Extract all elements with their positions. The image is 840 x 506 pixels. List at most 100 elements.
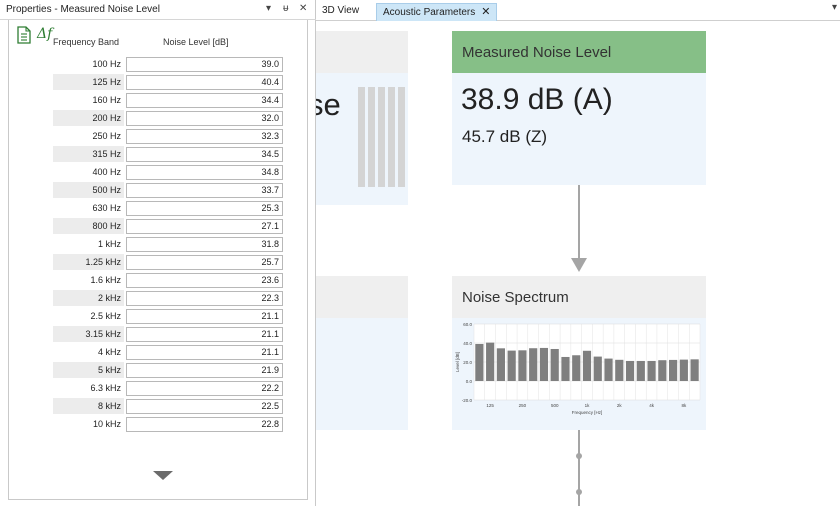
noise-level-field[interactable]: 25.7 bbox=[126, 255, 283, 270]
chart-bar bbox=[507, 350, 516, 381]
x-tick-label: 4k bbox=[649, 403, 655, 408]
noise-level-field[interactable]: 34.5 bbox=[126, 147, 283, 162]
noise-level-field[interactable]: 32.0 bbox=[126, 111, 283, 126]
noise-level-field[interactable]: 27.1 bbox=[126, 219, 283, 234]
measured-noise-level-header[interactable]: Measured Noise Level bbox=[452, 31, 706, 73]
frequency-band-label: 2.5 kHz bbox=[90, 311, 121, 321]
x-tick-label: 500 bbox=[551, 403, 559, 408]
frequency-band-label: 5 kHz bbox=[53, 362, 124, 378]
node-canvas: se Measured Noise Level 38.9 dB (A) 45.7… bbox=[316, 21, 840, 506]
chart-bar bbox=[561, 356, 570, 381]
x-tick-label: 1k bbox=[585, 403, 591, 408]
frequency-band-label: 1.25 kHz bbox=[53, 254, 124, 270]
tab-list-dropdown-icon[interactable]: ▾ bbox=[832, 2, 837, 13]
y-tick-label: 60.0 bbox=[463, 322, 472, 327]
noise-level-field[interactable]: 21.1 bbox=[126, 327, 283, 342]
property-row: 2 kHz 22.3 bbox=[53, 290, 283, 306]
noise-level-field[interactable]: 33.7 bbox=[126, 183, 283, 198]
chart-bar bbox=[669, 359, 678, 381]
delta-f-icon[interactable]: Δf bbox=[37, 26, 52, 42]
chart-bar bbox=[679, 359, 688, 381]
noise-level-field[interactable]: 34.8 bbox=[126, 165, 283, 180]
scroll-down-icon[interactable] bbox=[153, 471, 173, 480]
properties-grid-area: Δf Frequency Band Noise Level [dB] 100 H… bbox=[8, 20, 308, 500]
document-properties-icon[interactable] bbox=[16, 26, 32, 44]
noise-level-field[interactable]: 31.8 bbox=[126, 237, 283, 252]
noise-spectrum-body: 60.0 40.0 20.0 0.0 -20.0 125 250 500 1k 2k 4k 8k Fre… bbox=[452, 318, 706, 430]
property-row: 250 Hz 32.3 bbox=[53, 128, 283, 144]
a-weighted-level: 38.9 dB (A) bbox=[461, 83, 613, 116]
tab-label: Acoustic Parameters bbox=[383, 7, 476, 18]
noise-spectrum-chart: 60.0 40.0 20.0 0.0 -20.0 125 250 500 1k 2k 4k 8k Fre… bbox=[455, 322, 701, 415]
frequency-band-label: 100 Hz bbox=[92, 59, 121, 69]
frequency-band-label: 200 Hz bbox=[53, 110, 124, 126]
partial-node-body[interactable] bbox=[316, 318, 408, 430]
frequency-band-label: 250 Hz bbox=[92, 131, 121, 141]
tab-label: 3D View bbox=[322, 5, 360, 16]
chart-bar bbox=[604, 358, 613, 381]
z-weighted-level: 45.7 dB (Z) bbox=[462, 127, 548, 146]
connector-arrow-icon bbox=[571, 258, 587, 272]
property-row: 100 Hz 39.0 bbox=[53, 56, 283, 72]
partial-node-header[interactable] bbox=[316, 31, 408, 73]
noise-level-field[interactable]: 32.3 bbox=[126, 129, 283, 144]
frequency-band-label: 3.15 kHz bbox=[53, 326, 124, 342]
y-tick-label: 20.0 bbox=[463, 360, 472, 365]
frequency-band-label: 125 Hz bbox=[53, 74, 124, 90]
noise-level-header: Noise Level [dB] bbox=[163, 37, 229, 47]
x-tick-label: 8k bbox=[681, 403, 687, 408]
chart-bar bbox=[582, 350, 592, 381]
noise-level-field[interactable]: 21.1 bbox=[126, 309, 283, 324]
property-row: 8 kHz 22.5 bbox=[53, 398, 283, 414]
frequency-band-label: 630 Hz bbox=[92, 203, 121, 213]
noise-level-field[interactable]: 21.9 bbox=[126, 363, 283, 378]
connector-port-icon[interactable] bbox=[576, 453, 582, 459]
chart-bar bbox=[496, 348, 505, 381]
noise-level-field[interactable]: 25.3 bbox=[126, 201, 283, 216]
noise-level-field[interactable]: 21.1 bbox=[126, 345, 283, 360]
partial-node-header[interactable] bbox=[316, 276, 408, 318]
noise-level-field[interactable]: 22.5 bbox=[126, 399, 283, 414]
card-title: Noise Spectrum bbox=[462, 289, 569, 306]
property-row: 800 Hz 27.1 bbox=[53, 218, 283, 234]
property-row: 630 Hz 25.3 bbox=[53, 200, 283, 216]
noise-level-field[interactable]: 22.8 bbox=[126, 417, 283, 432]
property-row: 500 Hz 33.7 bbox=[53, 182, 283, 198]
panel-close-icon[interactable]: ✕ bbox=[299, 2, 307, 16]
measured-noise-level-body: 38.9 dB (A) 45.7 dB (Z) bbox=[452, 73, 706, 185]
noise-level-field[interactable]: 23.6 bbox=[126, 273, 283, 288]
frequency-band-label: 2 kHz bbox=[53, 290, 124, 306]
frequency-band-label: 10 kHz bbox=[92, 419, 121, 429]
frequency-band-header: Frequency Band bbox=[53, 37, 120, 47]
property-row: 5 kHz 21.9 bbox=[53, 362, 283, 378]
x-tick-label: 125 bbox=[486, 403, 494, 408]
properties-panel: Properties - Measured Noise Level ▾ ᵾ ✕ … bbox=[0, 0, 316, 506]
noise-level-field[interactable]: 22.3 bbox=[126, 291, 283, 306]
frequency-band-label: 1 kHz bbox=[97, 239, 121, 249]
frequency-band-label: 6.3 kHz bbox=[90, 383, 121, 393]
noise-level-field[interactable]: 22.2 bbox=[126, 381, 283, 396]
chart-bar bbox=[636, 360, 645, 381]
tab-acoustic-parameters[interactable]: Acoustic Parameters ✕ bbox=[376, 3, 498, 21]
chart-bar bbox=[475, 343, 484, 381]
property-row: 200 Hz 32.0 bbox=[53, 110, 283, 126]
panel-dropdown-icon[interactable]: ▾ bbox=[266, 2, 271, 16]
noise-level-field[interactable]: 34.4 bbox=[126, 93, 283, 108]
property-row: 10 kHz 22.8 bbox=[53, 416, 283, 432]
noise-spectrum-header[interactable]: Noise Spectrum bbox=[452, 276, 706, 318]
property-row: 3.15 kHz 21.1 bbox=[53, 326, 283, 342]
tab-3d-view[interactable]: 3D View bbox=[316, 3, 365, 21]
property-row: 6.3 kHz 22.2 bbox=[53, 380, 283, 396]
connector-port-icon[interactable] bbox=[576, 489, 582, 495]
noise-level-field[interactable]: 39.0 bbox=[126, 57, 283, 72]
chart-bar bbox=[690, 359, 699, 381]
chart-bar bbox=[550, 348, 559, 381]
noise-level-field[interactable]: 40.4 bbox=[126, 75, 283, 90]
property-row: 160 Hz 34.4 bbox=[53, 92, 283, 108]
property-row: 1.6 kHz 23.6 bbox=[53, 272, 283, 288]
y-tick-label: 40.0 bbox=[463, 341, 472, 346]
tab-close-icon[interactable]: ✕ bbox=[481, 6, 490, 18]
pin-icon[interactable]: ᵾ bbox=[283, 2, 288, 16]
chart-bar bbox=[625, 360, 635, 381]
frequency-band-label: 8 kHz bbox=[53, 398, 124, 414]
